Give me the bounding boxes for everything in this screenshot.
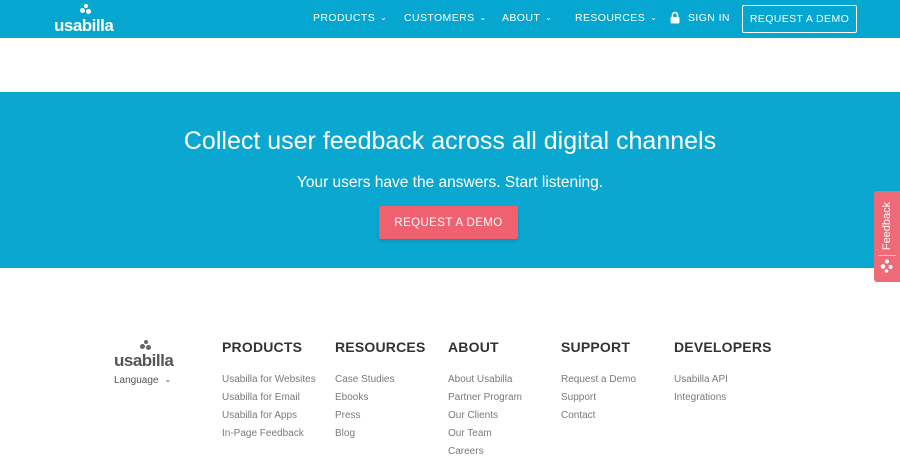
footer-usabilla-logo[interactable]: usabilla	[114, 340, 174, 370]
language-label: Language	[114, 375, 159, 386]
footer-column-title: ABOUT	[448, 339, 499, 355]
nav-resources[interactable]: RESOURCES ⌄	[575, 12, 657, 26]
footer-link[interactable]: Partner Program	[448, 389, 556, 407]
footer-link[interactable]: Press	[335, 407, 443, 425]
footer-link[interactable]: About Usabilla	[448, 371, 556, 389]
footer-link[interactable]: Contact	[561, 407, 669, 425]
footer-column-title: DEVELOPERS	[674, 339, 772, 355]
chevron-down-icon: ⌄	[164, 375, 172, 384]
footer-link[interactable]: Request a Demo	[561, 371, 669, 389]
footer-link[interactable]: Careers	[448, 443, 556, 461]
hero-request-demo-button[interactable]: REQUEST A DEMO	[379, 206, 518, 239]
footer-column-about: ABOUT About Usabilla Partner Program Our…	[448, 340, 556, 461]
nav-customers[interactable]: CUSTOMERS ⌄	[404, 12, 487, 26]
feedback-tab[interactable]: Feedback	[874, 191, 900, 282]
logo-dots-icon	[80, 4, 92, 16]
feedback-tab-label: Feedback	[881, 201, 893, 251]
nav-about[interactable]: ABOUT ⌄	[502, 12, 552, 26]
usabilla-logo[interactable]: usabilla	[54, 4, 114, 35]
footer-link[interactable]: Our Team	[448, 425, 556, 443]
sign-in-link[interactable]: SIGN IN	[688, 12, 730, 26]
footer-column-title: PRODUCTS	[222, 339, 303, 355]
footer-logo-wordmark: usabilla	[114, 351, 174, 370]
footer-column-resources: RESOURCES Case Studies Ebooks Press Blog	[335, 340, 443, 443]
footer-link[interactable]: Usabilla for Email	[222, 389, 330, 407]
footer-link[interactable]: Our Clients	[448, 407, 556, 425]
footer-link[interactable]: In-Page Feedback	[222, 425, 330, 443]
lock-icon	[670, 11, 680, 24]
feedback-tab-label-wrap: Feedback	[874, 199, 900, 253]
nav-products-label: PRODUCTS	[313, 12, 376, 24]
hero-subtitle: Your users have the answers. Start liste…	[296, 174, 604, 191]
footer-link[interactable]: Usabilla API	[674, 371, 782, 389]
top-navigation: usabilla PRODUCTS ⌄ CUSTOMERS ⌄ ABOUT ⌄ RES…	[0, 0, 900, 38]
chevron-down-icon: ⌄	[650, 13, 658, 22]
nav-products[interactable]: PRODUCTS ⌄	[313, 12, 387, 26]
footer-column-title: SUPPORT	[561, 339, 631, 355]
footer-column-support: SUPPORT Request a Demo Support Contact	[561, 340, 669, 425]
chevron-down-icon: ⌄	[380, 13, 388, 22]
footer-column-title: RESOURCES	[335, 339, 426, 355]
nav-resources-label: RESOURCES	[575, 12, 646, 24]
footer-link[interactable]: Usabilla for Websites	[222, 371, 330, 389]
logo-wordmark: usabilla	[54, 16, 114, 35]
chevron-down-icon: ⌄	[479, 13, 487, 22]
footer-column-developers: DEVELOPERS Usabilla API Integrations	[674, 340, 782, 407]
footer-link[interactable]: Case Studies	[335, 371, 443, 389]
hero-title: Collect user feedback across all digital…	[183, 127, 717, 155]
footer-link[interactable]: Ebooks	[335, 389, 443, 407]
footer-link[interactable]: Integrations	[674, 389, 782, 407]
nav-about-label: ABOUT	[502, 12, 541, 24]
footer-column-products: PRODUCTS Usabilla for Websites Usabilla …	[222, 340, 330, 443]
chevron-down-icon: ⌄	[545, 13, 553, 22]
usabilla-dots-icon	[880, 259, 893, 273]
nav-customers-label: CUSTOMERS	[404, 12, 475, 24]
footer-link[interactable]: Support	[561, 389, 669, 407]
footer-link[interactable]: Blog	[335, 425, 443, 443]
request-demo-button[interactable]: REQUEST A DEMO	[742, 5, 857, 33]
footer-link[interactable]: Usabilla for Apps	[222, 407, 330, 425]
language-selector[interactable]: Language ⌄	[114, 375, 171, 386]
feedback-tab-divider	[878, 255, 896, 256]
